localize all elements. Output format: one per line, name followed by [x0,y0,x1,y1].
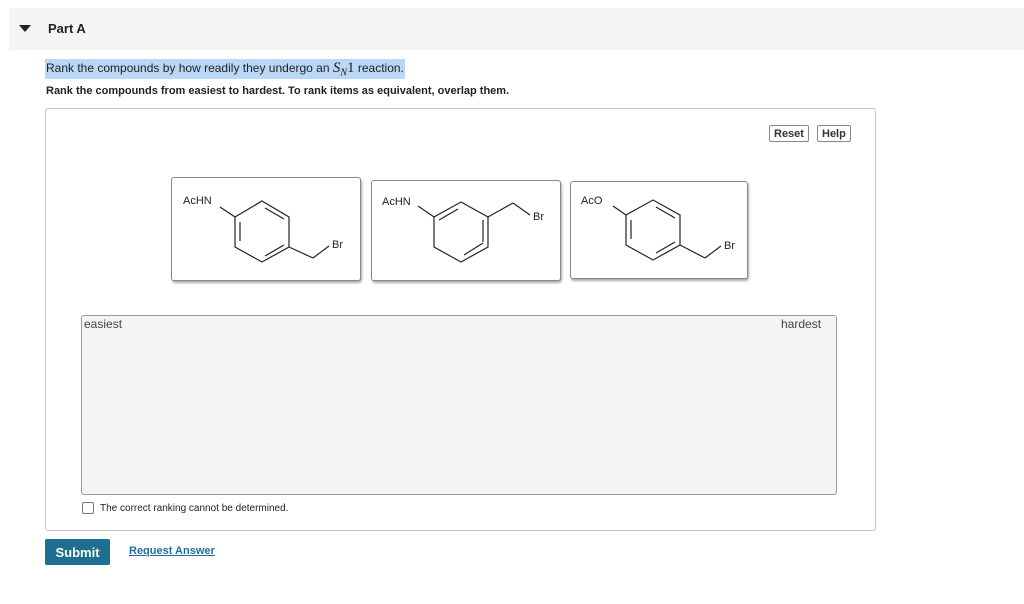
compound-card-2[interactable]: AcHN Br [371,180,561,281]
reset-button[interactable]: Reset [769,125,809,142]
part-header[interactable] [9,8,1024,50]
compound-structure-1: AcHN Br [183,195,343,263]
submit-button[interactable]: Submit [45,539,110,565]
cannot-determine-checkbox[interactable] [82,502,94,514]
substituent-label: AcHN [183,195,212,207]
collapse-caret-icon[interactable] [19,25,31,32]
leaving-group-label: Br [533,211,544,223]
cannot-determine-label: The correct ranking cannot be determined… [100,502,289,514]
leaving-group-label: Br [332,239,343,251]
compound-card-3[interactable]: AcO Br [570,181,748,279]
compound-card-1[interactable]: AcHN Br [171,177,361,281]
ranking-dropzone[interactable] [81,315,837,495]
instruction-text: Rank the compounds from easiest to harde… [46,85,510,97]
leaving-group-label: Br [724,240,735,252]
compound-structure-2: AcHN Br [382,196,544,263]
easiest-label: easiest [84,317,123,331]
request-answer-link[interactable]: Request Answer [129,545,215,557]
help-button[interactable]: Help [817,125,851,142]
question-text: Rank the compounds by how readily they u… [45,59,405,80]
cannot-determine-row[interactable]: The correct ranking cannot be determined… [82,502,288,514]
hardest-label: hardest [781,317,822,331]
part-title: Part A [48,21,86,36]
substituent-label: AcHN [382,196,411,208]
compound-structure-3: AcO Br [581,195,735,261]
substituent-label: AcO [581,195,603,207]
